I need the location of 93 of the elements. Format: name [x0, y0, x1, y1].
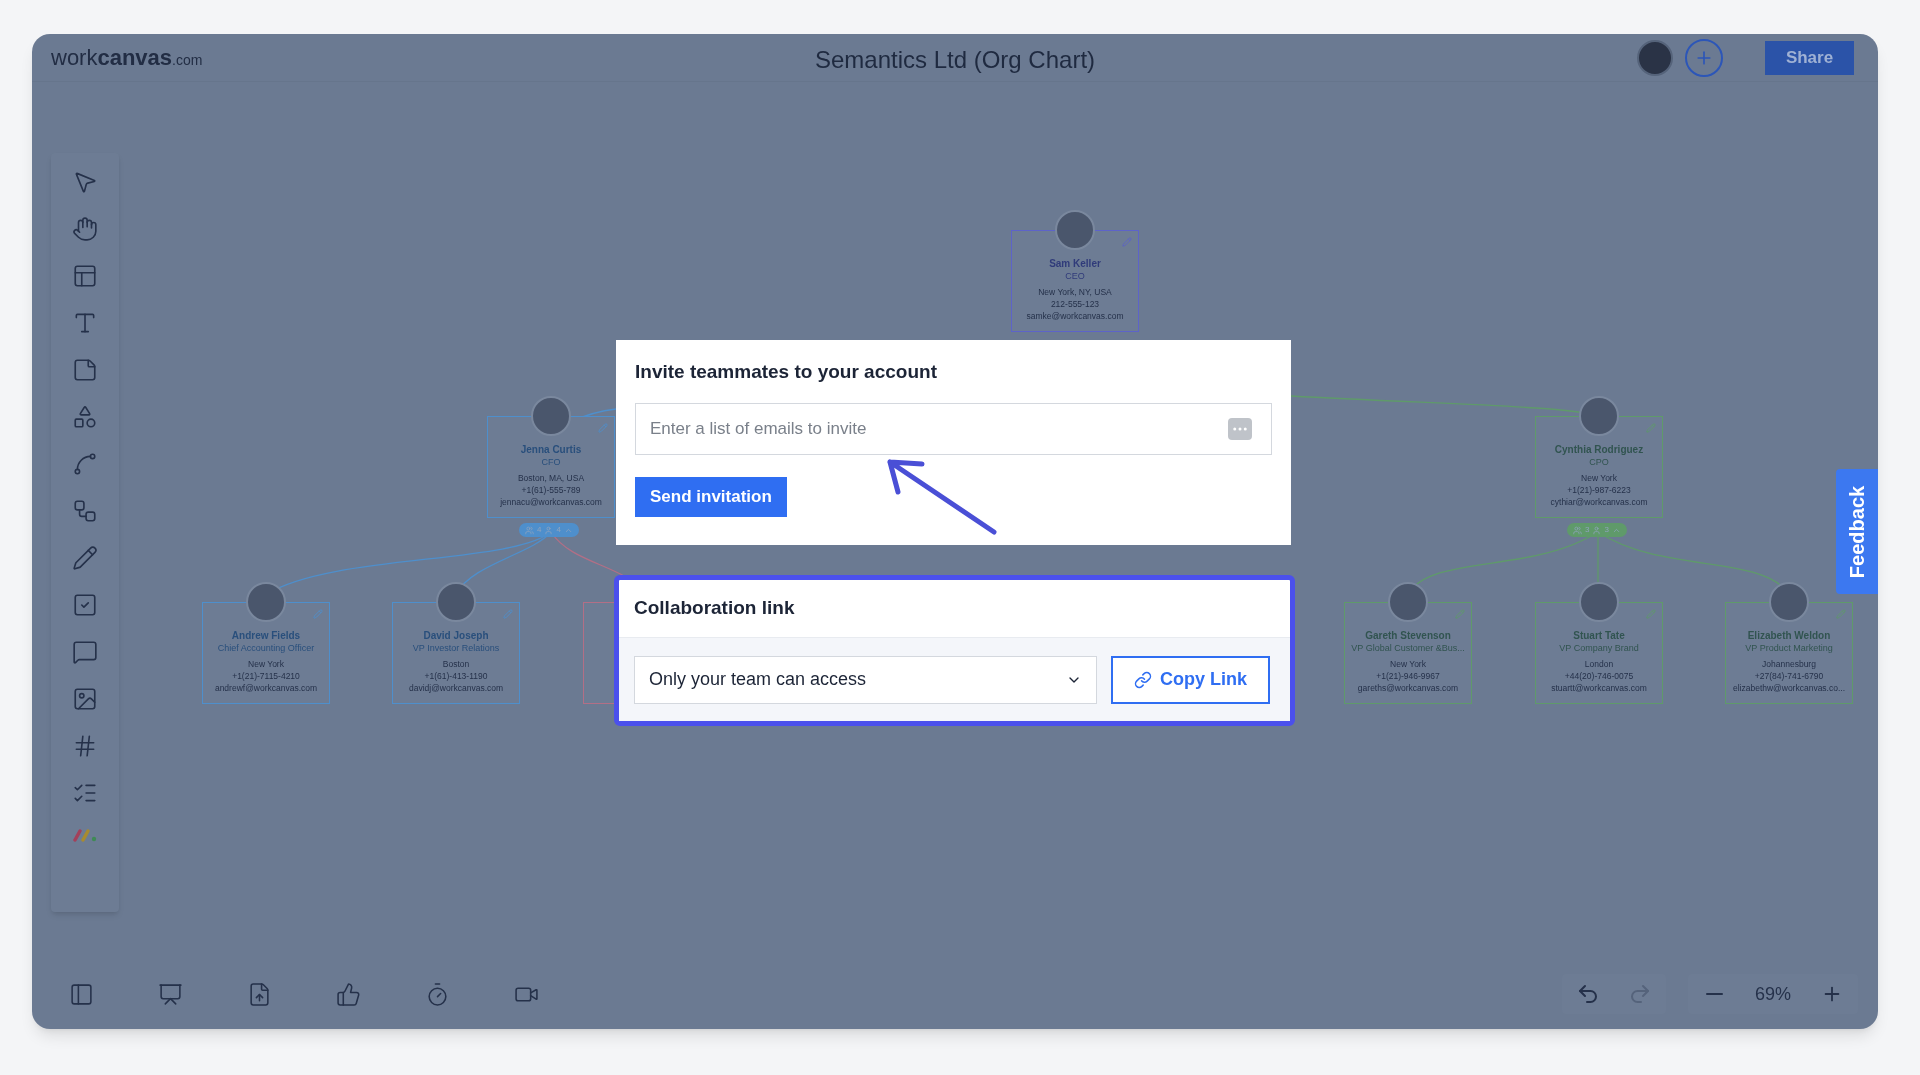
org-card[interactable]: Elizabeth Weldon VP Product Marketing Johannesburg +27(84)-741-6790 elizabethw@workcanvas.co...	[1725, 602, 1853, 704]
job-title: CFO	[541, 456, 561, 468]
email-text: stuartt@workcanvas.com	[1551, 682, 1647, 694]
phone-text: +27(84)-741-6790	[1754, 670, 1824, 682]
send-invitation-button[interactable]: Send invitation	[635, 476, 787, 517]
user-avatar[interactable]	[1637, 39, 1673, 76]
person-name: Stuart Tate	[1573, 629, 1625, 642]
phone-text: +1(61)-413-1190	[424, 670, 488, 682]
zoom-level: 69%	[1754, 982, 1792, 1006]
org-card[interactable]: Stuart Tate VP Company Brand London +44(20)-746-0075 stuartt@workcanvas.com	[1535, 602, 1663, 704]
person-name: David Joseph	[423, 629, 489, 642]
group-icon	[525, 525, 534, 535]
avatar-placeholder	[1769, 582, 1809, 622]
shapes-icon[interactable]	[72, 404, 98, 430]
file-upload-icon	[247, 982, 272, 1007]
org-card[interactable]: Jenna Curtis CFO Boston, MA, USA +1(61)-555-789 jennacu@workcanvas.com	[487, 416, 615, 518]
minus-icon	[1705, 993, 1723, 995]
email-text: cythiar@workcanvas.com	[1550, 496, 1648, 508]
timer-icon	[425, 982, 450, 1007]
person-name: Jenna Curtis	[520, 443, 582, 456]
avatar-placeholder	[1388, 582, 1428, 622]
feedback-tab[interactable]: Feedback	[1836, 469, 1878, 594]
location-text: Johannesburg	[1762, 658, 1816, 670]
more-options-icon[interactable]	[1228, 417, 1252, 440]
email-text: samke@workcanvas.com	[1026, 310, 1124, 322]
location-text: Boston, MA, USA	[517, 472, 585, 484]
pencil-icon[interactable]	[72, 545, 98, 571]
person-icon	[1592, 525, 1602, 535]
job-title: VP Company Brand	[1559, 642, 1639, 654]
avatar-placeholder	[1055, 210, 1095, 250]
email-text: andrewf@workcanvas.com	[214, 682, 318, 694]
integration-logo-icon[interactable]	[72, 827, 98, 843]
job-title: VP Investor Relations	[412, 642, 500, 654]
location-text: London	[1584, 658, 1614, 670]
avatar-placeholder	[436, 582, 476, 622]
job-title: VP Global Customer &Bus...	[1351, 642, 1465, 654]
access-select[interactable]: Only your team can access	[634, 655, 1097, 704]
person-name: Sam Keller	[1049, 257, 1101, 270]
avatar-placeholder	[531, 396, 571, 436]
thumbs-up-icon	[336, 982, 361, 1007]
curve-icon[interactable]	[72, 451, 98, 477]
avatar-placeholder	[246, 582, 286, 622]
email-text: elizabethw@workcanvas.co...	[1732, 682, 1846, 694]
org-card[interactable]: Cynthia Rodriguez CPO New York +1(21)-987-6223 cythiar@workcanvas.com	[1535, 416, 1663, 518]
person-name: Elizabeth Weldon	[1747, 629, 1831, 642]
people-count: 4	[556, 524, 561, 536]
org-card[interactable]: Andrew Fields Chief Accounting Officer New York +1(21)-7115-4210 andrewf@workcanvas.com	[202, 602, 330, 704]
board-title: Semantics Ltd (Org Chart)	[814, 45, 1096, 75]
comment-icon[interactable]	[72, 639, 98, 665]
dialog-title: Collaboration link	[634, 596, 795, 621]
app-logo[interactable]: workcanvas.com	[51, 41, 203, 74]
undo-icon	[1576, 982, 1600, 1006]
location-text: New York	[1581, 472, 1617, 484]
presentation-icon	[158, 982, 183, 1007]
location-text: New York	[248, 658, 284, 670]
location-text: New York, NY, USA	[1038, 286, 1112, 298]
person-icon	[544, 525, 554, 535]
person-name: Gareth Stevenson	[1365, 629, 1451, 642]
image-icon[interactable]	[72, 686, 98, 712]
avatar-placeholder	[1579, 396, 1619, 436]
flow-icon[interactable]	[72, 498, 98, 524]
avatar-placeholder	[1579, 582, 1619, 622]
link-icon	[1134, 670, 1152, 689]
org-card[interactable]: Gareth Stevenson VP Global Customer &Bus... New York +1(21)-946-9967 gareths@workcanvas.com	[1344, 602, 1472, 704]
job-title: CPO	[1589, 456, 1609, 468]
location-text: New York	[1390, 658, 1426, 670]
phone-text: 212-555-123	[1050, 298, 1100, 310]
email-text: gareths@workcanvas.com	[1357, 682, 1459, 694]
phone-text: +1(61)-555-789	[521, 484, 581, 496]
job-title: VP Product Marketing	[1745, 642, 1833, 654]
group-icon	[1573, 525, 1582, 535]
org-card[interactable]: David Joseph VP Investor Relations Boston +1(61)-413-1190 davidj@workcanvas.com	[392, 602, 520, 704]
hand-icon[interactable]	[72, 216, 98, 242]
dialog-title: Invite teammates to your account	[635, 360, 938, 384]
email-text: jennacu@workcanvas.com	[500, 496, 602, 508]
sticky-note-icon[interactable]	[72, 357, 98, 383]
copy-link-button[interactable]: Copy Link	[1111, 655, 1270, 704]
phone-text: +1(21)-987-6223	[1567, 484, 1631, 496]
person-name: Cynthia Rodriguez	[1554, 443, 1644, 456]
email-input[interactable]: Enter a list of emails to invite	[635, 402, 1272, 455]
person-name: Andrew Fields	[231, 629, 301, 642]
email-text: davidj@workcanvas.com	[408, 682, 504, 694]
phone-text: +44(20)-746-0075	[1564, 670, 1634, 682]
checkbox-icon[interactable]	[72, 592, 98, 618]
share-button[interactable]: Share	[1765, 40, 1854, 75]
team-count: 3	[1585, 524, 1590, 536]
phone-text: +1(21)-7115-4210	[232, 670, 300, 682]
phone-text: +1(21)-946-9967	[1376, 670, 1440, 682]
location-text: Boston	[442, 658, 470, 670]
job-title: Chief Accounting Officer	[217, 642, 315, 654]
people-count: 3	[1604, 524, 1609, 536]
sidebar-icon	[69, 982, 94, 1007]
layout-icon[interactable]	[72, 263, 98, 289]
